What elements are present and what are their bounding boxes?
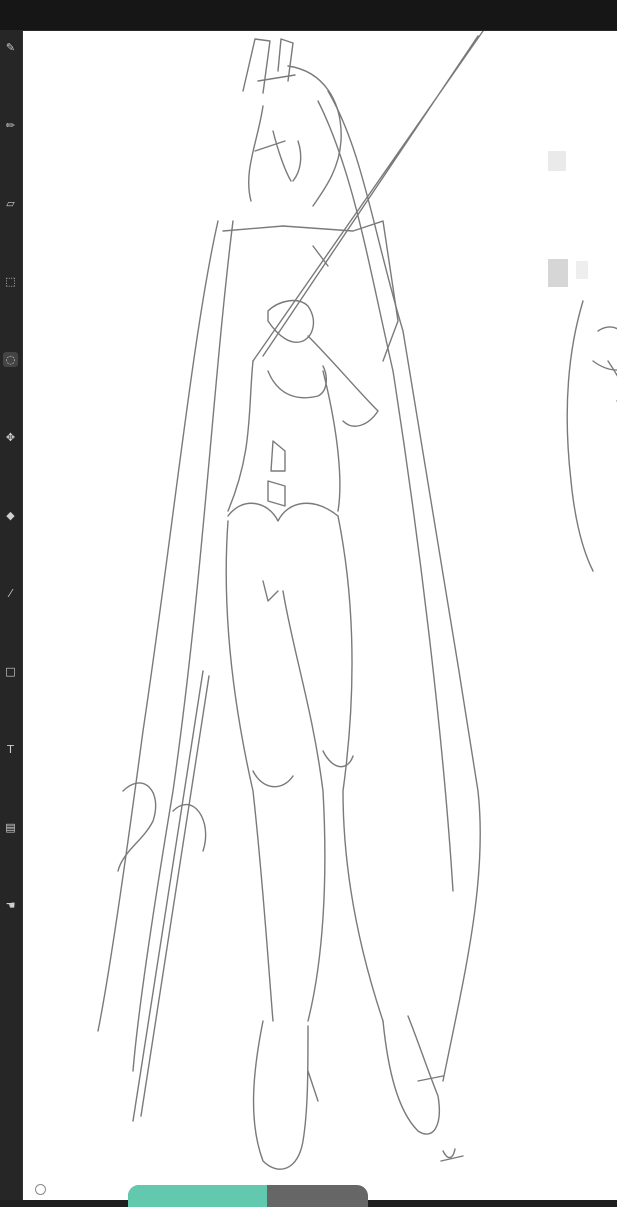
eraser-icon[interactable]: ▱ (3, 196, 18, 211)
brush-icon[interactable]: ✎ (3, 40, 18, 55)
fill-icon[interactable]: ◆ (3, 508, 18, 523)
progress-bar (128, 1185, 368, 1207)
lasso-icon[interactable]: ◌ (3, 352, 18, 367)
sketch-artwork (97, 31, 617, 1170)
hand-icon[interactable]: ☚ (3, 898, 18, 913)
selection-icon[interactable]: ⬚ (3, 274, 18, 289)
shape-icon[interactable]: □ (3, 664, 18, 679)
progress-fill (128, 1185, 268, 1207)
title-bar (0, 0, 617, 31)
status-bar (23, 1180, 617, 1207)
pencil-icon[interactable]: ✏ (3, 118, 18, 133)
text-icon[interactable]: T (3, 742, 18, 757)
tool-palette: ✎ ✏ ▱ ⬚ ◌ ✥ ◆ ⁄ □ T ▤ ☚ (0, 30, 23, 1200)
smudge-mark (576, 261, 588, 279)
move-icon[interactable]: ✥ (3, 430, 18, 445)
zoom-indicator[interactable] (35, 1184, 51, 1197)
smudge-mark (548, 151, 566, 171)
drawing-canvas[interactable] (23, 31, 617, 1200)
smudge-mark (548, 259, 568, 287)
gradient-icon[interactable]: ▤ (3, 820, 18, 835)
zoom-icon (35, 1184, 46, 1195)
eyedropper-icon[interactable]: ⁄ (3, 586, 18, 601)
